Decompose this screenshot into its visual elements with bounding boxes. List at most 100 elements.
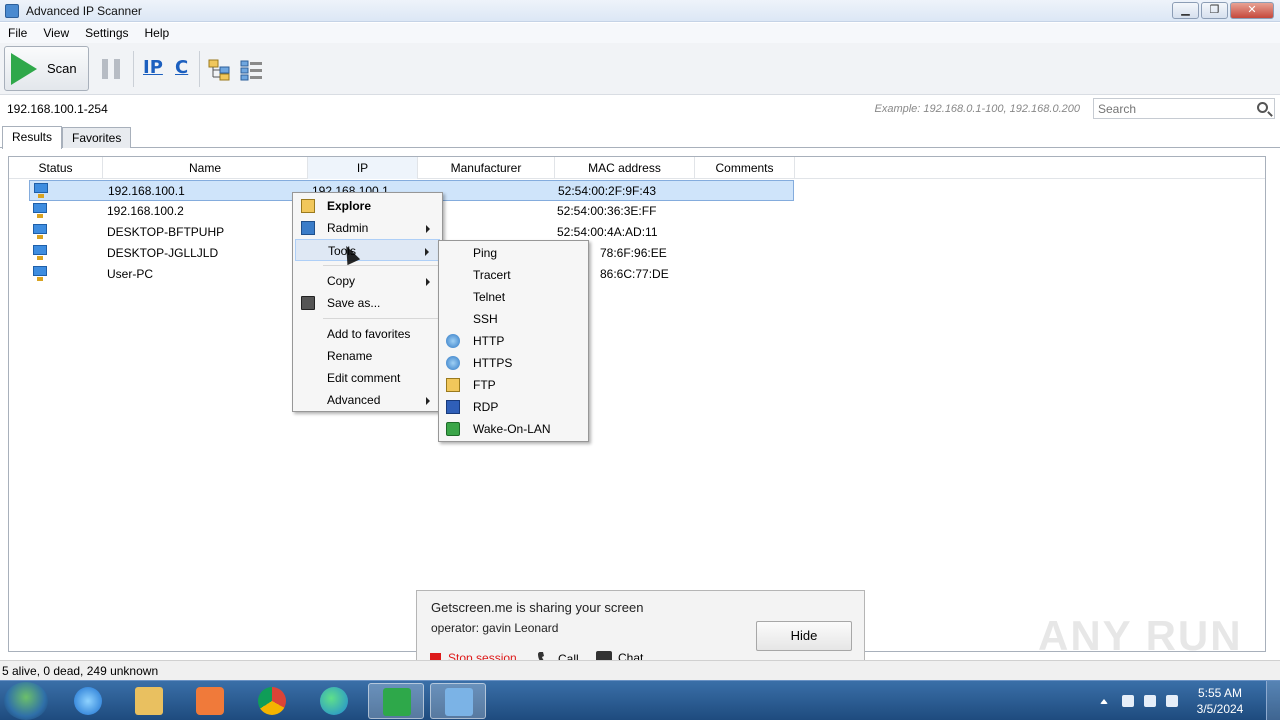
window-title: Advanced IP Scanner [26, 3, 142, 18]
tab-favorites[interactable]: Favorites [62, 127, 132, 148]
computer-icon [33, 224, 47, 240]
c-class-icon[interactable]: C [175, 57, 188, 78]
menu-separator [323, 265, 439, 266]
row-mac: 52:54:00:2F:9F:43 [558, 184, 657, 198]
column-comments[interactable]: Comments [695, 157, 795, 179]
column-mac[interactable]: MAC address [555, 157, 695, 179]
submenu-item-rdp[interactable]: RDP [441, 396, 586, 418]
menu-item-save-as[interactable]: Save as... [295, 292, 440, 314]
submenu-item-http[interactable]: HTTP [441, 330, 586, 352]
row-mac: 52:54:00:4A:AD:11 [557, 225, 658, 239]
range-example: Example: 192.168.0.1-100, 192.168.0.200 [874, 103, 1081, 115]
taskbar-getscreen[interactable] [368, 683, 424, 719]
menu-item-rename[interactable]: Rename [295, 345, 440, 367]
hide-button[interactable]: Hide [756, 621, 852, 651]
menu-file[interactable]: File [0, 26, 35, 40]
maximize-button[interactable]: ❐ [1201, 2, 1228, 19]
column-name[interactable]: Name [103, 157, 308, 179]
clock[interactable]: 5:55 AM 3/5/2024 [1190, 685, 1250, 717]
menu-item-label: Copy [327, 274, 356, 288]
taskbar: 5:55 AM 3/5/2024 [0, 680, 1280, 720]
edge-icon [320, 687, 348, 715]
pause-icon[interactable] [102, 59, 120, 79]
column-ip[interactable]: IP [308, 157, 418, 179]
power-icon [446, 422, 460, 436]
taskbar-ie[interactable] [60, 683, 116, 719]
submenu-item-label: Wake-On-LAN [473, 422, 551, 436]
show-hidden-icons-icon[interactable] [1100, 699, 1108, 704]
computer-icon [33, 203, 47, 219]
taskbar-explorer[interactable] [121, 683, 177, 719]
scan-button[interactable]: Scan [4, 46, 89, 91]
watermark: ANY RUN [1038, 612, 1243, 659]
submenu-item-label: RDP [473, 400, 499, 414]
minimize-button[interactable]: ▁ [1172, 2, 1199, 19]
ip-scanner-icon [445, 688, 473, 716]
close-button[interactable]: ✕ [1230, 2, 1274, 19]
getscreen-icon [383, 688, 411, 716]
collapse-all-icon[interactable] [240, 59, 264, 81]
action-center-flag-icon[interactable] [1166, 695, 1178, 707]
column-manufacturer[interactable]: Manufacturer [418, 157, 555, 179]
menu-help[interactable]: Help [137, 26, 178, 40]
submenu-arrow-icon [426, 397, 430, 405]
context-menu: Explore Radmin Tools Copy Save as... Add… [292, 192, 443, 412]
taskbar-chrome[interactable] [244, 683, 300, 719]
row-mac: 78:6F:96:EE [600, 246, 667, 260]
submenu-item-tracert[interactable]: Tracert [441, 264, 586, 286]
chrome-icon [258, 687, 286, 715]
submenu-item-wake-on-lan[interactable]: Wake-On-LAN [441, 418, 586, 440]
address-row: Example: 192.168.0.1-100, 192.168.0.200 [0, 97, 1280, 122]
menu-item-label: Explore [327, 199, 372, 213]
menu-item-add-favorites[interactable]: Add to favorites [295, 323, 440, 345]
submenu-item-ftp[interactable]: FTP [441, 374, 586, 396]
menu-item-copy[interactable]: Copy [295, 270, 440, 292]
save-icon [301, 296, 315, 310]
menu-item-edit-comment[interactable]: Edit comment [295, 367, 440, 389]
column-status[interactable]: Status [9, 157, 103, 179]
rdp-monitor-icon [446, 400, 460, 414]
folder-icon [135, 687, 163, 715]
tab-results[interactable]: Results [2, 126, 63, 149]
submenu-item-telnet[interactable]: Telnet [441, 286, 586, 308]
computer-icon [34, 183, 48, 199]
search-box[interactable] [1093, 98, 1275, 119]
menu-item-label: Rename [327, 349, 373, 363]
column-headers: Status Name IP Manufacturer MAC address … [9, 157, 1265, 179]
status-bar: 5 alive, 0 dead, 249 unknown [0, 660, 1280, 680]
submenu-item-ping[interactable]: Ping [441, 242, 586, 264]
menu-item-advanced[interactable]: Advanced [295, 389, 440, 411]
row-name: User-PC [107, 267, 154, 281]
menu-item-explore[interactable]: Explore [295, 195, 440, 217]
menu-item-label: Advanced [327, 393, 381, 407]
row-name: DESKTOP-JGLLJLD [107, 246, 219, 260]
search-icon[interactable] [1257, 102, 1268, 113]
menu-item-radmin[interactable]: Radmin [295, 217, 440, 239]
expand-all-icon[interactable] [208, 59, 232, 81]
submenu-item-https[interactable]: HTTPS [441, 352, 586, 374]
media-player-icon [196, 687, 224, 715]
taskbar-media[interactable] [182, 683, 238, 719]
volume-icon[interactable] [1122, 695, 1134, 707]
menu-settings[interactable]: Settings [77, 26, 136, 40]
taskbar-edge[interactable] [306, 683, 362, 719]
row-mac: 86:6C:77:DE [600, 267, 669, 281]
row-mac: 52:54:00:36:3E:FF [557, 204, 657, 218]
submenu-item-ssh[interactable]: SSH [441, 308, 586, 330]
submenu-arrow-icon [425, 248, 429, 256]
row-name: 192.168.100.2 [107, 204, 184, 218]
computer-icon [33, 266, 47, 282]
menu-item-label: Add to favorites [327, 327, 411, 341]
network-icon[interactable] [1144, 695, 1156, 707]
system-tray: 5:55 AM 3/5/2024 [1090, 681, 1280, 720]
ip-icon[interactable]: IP [143, 57, 163, 78]
show-desktop-button[interactable] [1266, 681, 1280, 720]
notification-title: Getscreen.me is sharing your screen [431, 600, 644, 615]
menu-item-tools[interactable]: Tools [295, 239, 440, 261]
start-button[interactable] [4, 682, 48, 720]
radmin-icon [301, 221, 315, 235]
menu-view[interactable]: View [35, 26, 77, 40]
search-input[interactable] [1096, 100, 1246, 117]
ftp-folder-icon [446, 378, 460, 392]
taskbar-ip-scanner[interactable] [430, 683, 486, 719]
